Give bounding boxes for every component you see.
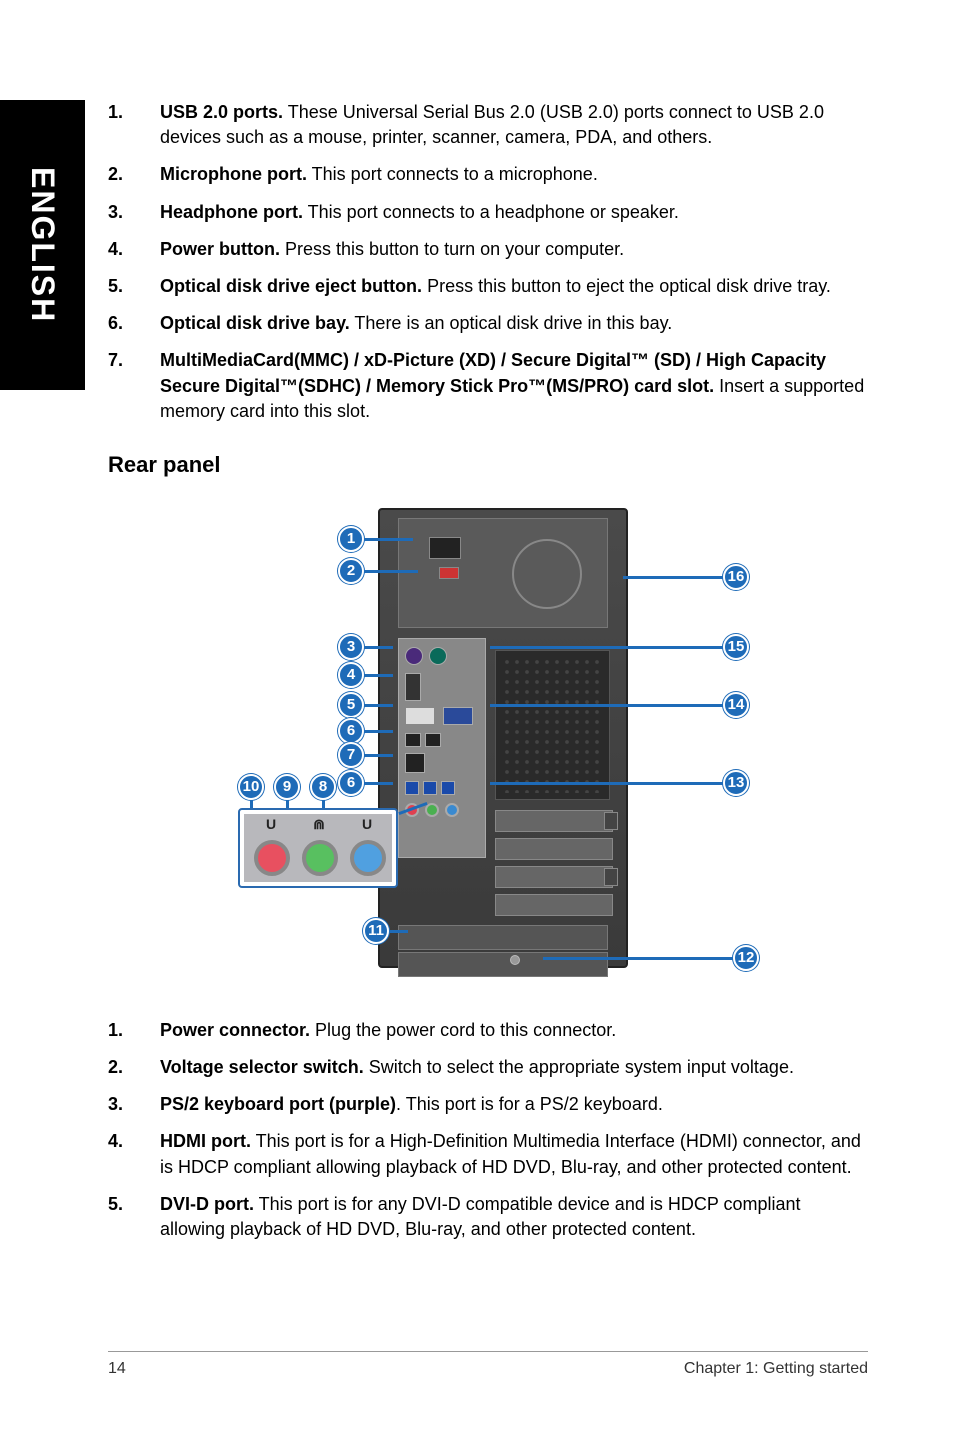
expansion-slot-icon: [495, 894, 613, 916]
rear-panel-diagram: 1 2 3 4 5 6 7 6 10 9 8 U ⋒: [108, 498, 868, 978]
callout-5: 5: [338, 692, 364, 718]
rear-panel-heading: Rear panel: [108, 452, 868, 478]
list-item: 6.Optical disk drive bay. There is an op…: [108, 311, 868, 336]
list-item: 2.Voltage selector switch. Switch to sel…: [108, 1055, 868, 1080]
front-panel-list: 1.USB 2.0 ports. These Universal Serial …: [108, 100, 868, 424]
callout-6b: 6: [338, 770, 364, 796]
lock-clip-icon: [604, 868, 618, 886]
linein-jack-icon: [445, 803, 459, 817]
list-item: 3.Headphone port. This port connects to …: [108, 200, 868, 225]
lock-clip-icon: [604, 812, 618, 830]
page-content: 1.USB 2.0 ports. These Universal Serial …: [108, 100, 868, 1254]
vga-port-icon: [443, 707, 473, 725]
callout-6: 6: [338, 718, 364, 744]
list-item: 4.Power button. Press this button to tur…: [108, 237, 868, 262]
chassis-illustration: [378, 508, 628, 968]
bottom-slot-icon: [398, 925, 608, 950]
list-item: 3.PS/2 keyboard port (purple). This port…: [108, 1092, 868, 1117]
vent-mesh-icon: [495, 650, 610, 800]
list-item: 2.Microphone port. This port connects to…: [108, 162, 868, 187]
expansion-slot-icon: [495, 866, 613, 888]
usb3-port-icon: [423, 781, 437, 795]
callout-11: 11: [363, 918, 389, 944]
screw-icon: [510, 955, 520, 965]
bottom-slot-icon: [398, 952, 608, 977]
voltage-switch-icon: [439, 567, 459, 579]
callout-12: 12: [733, 945, 759, 971]
callout-3: 3: [338, 634, 364, 660]
callout-1: 1: [338, 526, 364, 552]
chapter-label: Chapter 1: Getting started: [684, 1360, 868, 1378]
rear-panel-list: 1.Power connector. Plug the power cord t…: [108, 1018, 868, 1242]
language-label: ENGLISH: [24, 167, 61, 323]
lineout-jack-icon: [425, 803, 439, 817]
page-number: 14: [108, 1360, 126, 1378]
usb3-port-icon: [441, 781, 455, 795]
ps2-keyboard-icon: [405, 647, 423, 665]
usb3-port-icon: [405, 781, 419, 795]
usb2-port-icon: [425, 733, 441, 747]
list-item: 5.DVI-D port. This port is for any DVI-D…: [108, 1192, 868, 1242]
power-socket-icon: [429, 537, 461, 559]
dvi-port-icon: [405, 707, 435, 725]
callout-15: 15: [723, 634, 749, 660]
callout-7: 7: [338, 742, 364, 768]
list-item: 5.Optical disk drive eject button. Press…: [108, 274, 868, 299]
lan-port-icon: [405, 753, 425, 773]
callout-4: 4: [338, 662, 364, 688]
list-item: 1.Power connector. Plug the power cord t…: [108, 1018, 868, 1043]
ps2-mouse-icon: [429, 647, 447, 665]
expansion-slot-icon: [495, 810, 613, 832]
psu-fan-icon: [512, 539, 582, 609]
linein-jack-large-icon: [350, 840, 386, 876]
expansion-slot-icon: [495, 838, 613, 860]
mic-glyph-icon: U: [262, 816, 280, 834]
list-item: 4.HDMI port. This port is for a High-Def…: [108, 1129, 868, 1179]
callout-9: 9: [274, 774, 300, 800]
list-item: 7.MultiMediaCard(MMC) / xD-Picture (XD) …: [108, 348, 868, 424]
hdmi-port-icon: [405, 673, 421, 701]
callout-16: 16: [723, 564, 749, 590]
language-tab: ENGLISH: [0, 100, 85, 390]
page-footer: 14 Chapter 1: Getting started: [108, 1351, 868, 1378]
list-item: 1.USB 2.0 ports. These Universal Serial …: [108, 100, 868, 150]
usb2-port-icon: [405, 733, 421, 747]
linein-glyph-icon: U: [358, 816, 376, 834]
callout-13: 13: [723, 770, 749, 796]
callout-14: 14: [723, 692, 749, 718]
callout-10: 10: [238, 774, 264, 800]
lineout-jack-large-icon: [302, 840, 338, 876]
audio-zoom-inset: U ⋒ U: [238, 808, 398, 888]
io-plate: [398, 638, 486, 858]
callout-2: 2: [338, 558, 364, 584]
mic-jack-large-icon: [254, 840, 290, 876]
callout-8: 8: [310, 774, 336, 800]
headphone-glyph-icon: ⋒: [310, 816, 328, 834]
